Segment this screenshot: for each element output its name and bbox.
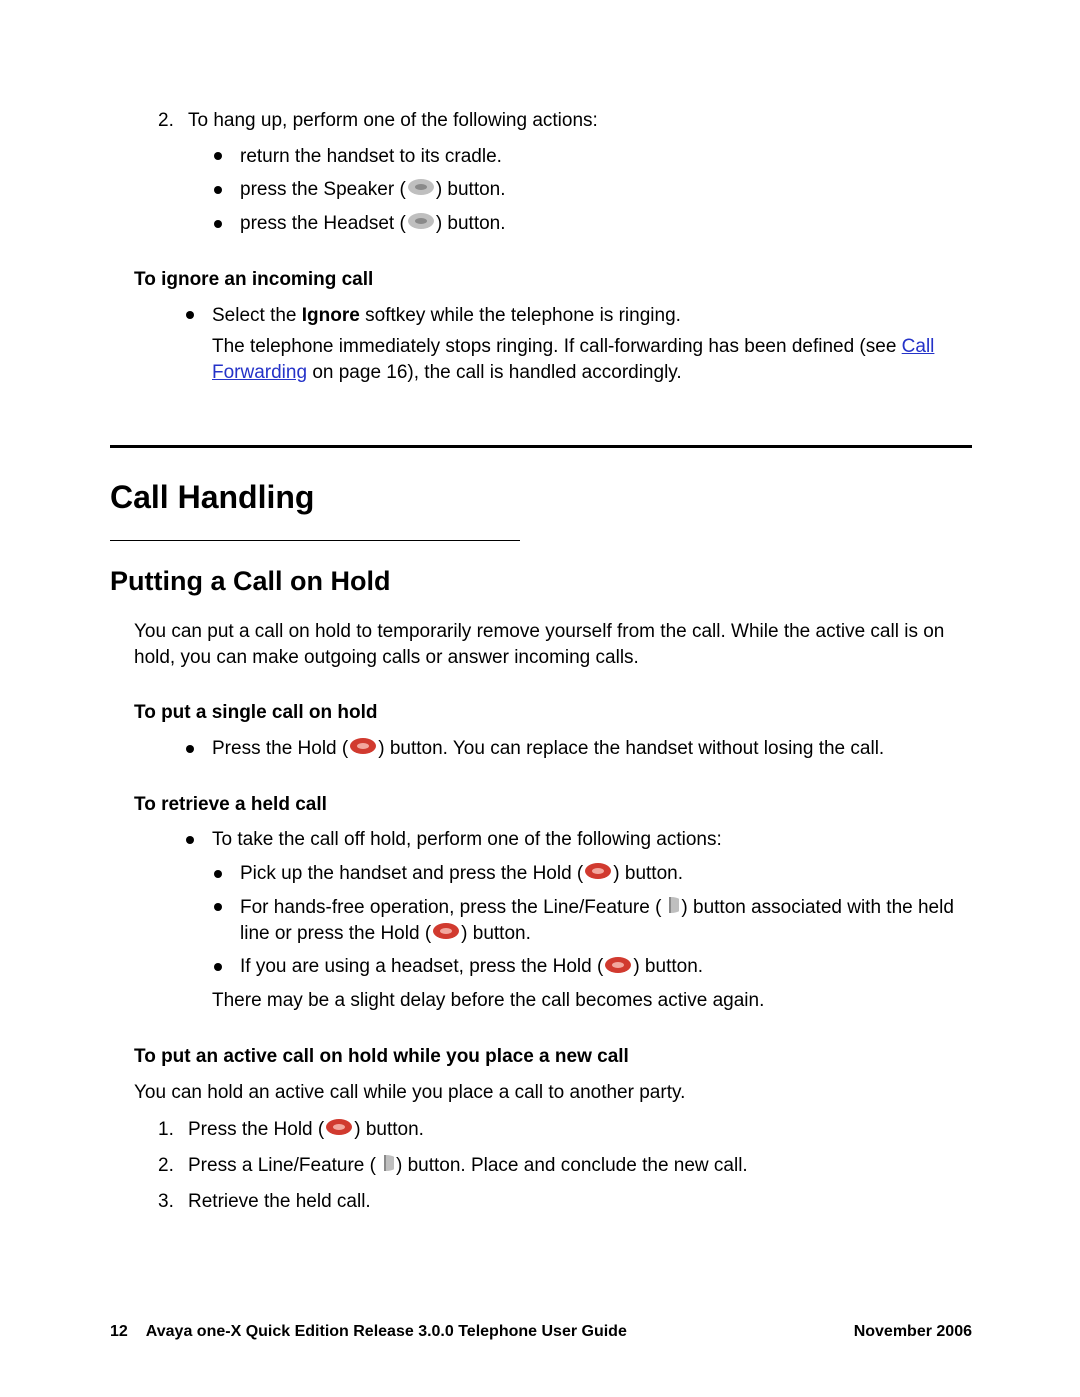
retrieve-lead-bullet: To take the call off hold, perform one o…	[186, 827, 972, 853]
newcall-intro: You can hold an active call while you pl…	[134, 1080, 972, 1106]
newcall-step-3: 3. Retrieve the held call.	[158, 1189, 972, 1215]
headset-button-icon	[408, 211, 434, 237]
footer-date: November 2006	[854, 1321, 972, 1343]
hold-button-icon	[350, 736, 376, 762]
putting-call-on-hold-heading: Putting a Call on Hold	[110, 563, 972, 599]
retrieve-handset-bullet: Pick up the handset and press the Hold (…	[214, 861, 972, 887]
hangup-bullet-cradle: return the handset to its cradle.	[214, 144, 972, 170]
single-hold-heading: To put a single call on hold	[134, 700, 972, 726]
step-2: 2. To hang up, perform one of the follow…	[158, 108, 972, 134]
step-marker: 2.	[158, 108, 188, 134]
step-text: To hang up, perform one of the following…	[188, 108, 598, 134]
single-hold-bullet: Press the Hold () button. You can replac…	[186, 736, 972, 762]
call-handling-heading: Call Handling	[110, 476, 972, 519]
newcall-heading: To put an active call on hold while you …	[134, 1044, 972, 1070]
page-number: 12	[110, 1321, 128, 1343]
retrieve-headset-bullet: If you are using a headset, press the Ho…	[214, 954, 972, 980]
retrieve-heading: To retrieve a held call	[134, 792, 972, 818]
line-feature-button-icon	[663, 895, 679, 921]
hold-button-icon	[585, 861, 611, 887]
retrieve-handsfree-bullet: For hands-free operation, press the Line…	[214, 895, 972, 947]
ignore-followup: The telephone immediately stops ringing.…	[212, 334, 972, 385]
footer-title: Avaya one-X Quick Edition Release 3.0.0 …	[146, 1321, 627, 1343]
line-feature-button-icon	[378, 1153, 394, 1179]
hold-button-icon	[605, 955, 631, 981]
speaker-button-icon	[408, 177, 434, 203]
retrieve-tail: There may be a slight delay before the c…	[212, 988, 972, 1014]
hold-button-icon	[326, 1117, 352, 1143]
subsection-divider	[110, 540, 520, 541]
ignore-heading: To ignore an incoming call	[134, 267, 972, 293]
hold-intro: You can put a call on hold to temporaril…	[134, 619, 972, 670]
page-content: 2. To hang up, perform one of the follow…	[110, 108, 972, 1224]
newcall-step-1: 1. Press the Hold () button.	[158, 1117, 972, 1143]
hold-button-icon	[433, 921, 459, 947]
hangup-bullet-speaker: press the Speaker () button.	[214, 177, 972, 203]
hangup-bullet-headset: press the Headset () button.	[214, 211, 972, 237]
page-footer: 12 Avaya one-X Quick Edition Release 3.0…	[110, 1321, 972, 1343]
section-divider	[110, 445, 972, 448]
ignore-bullet: Select the Ignore softkey while the tele…	[186, 303, 972, 386]
newcall-step-2: 2. Press a Line/Feature () button. Place…	[158, 1153, 972, 1179]
